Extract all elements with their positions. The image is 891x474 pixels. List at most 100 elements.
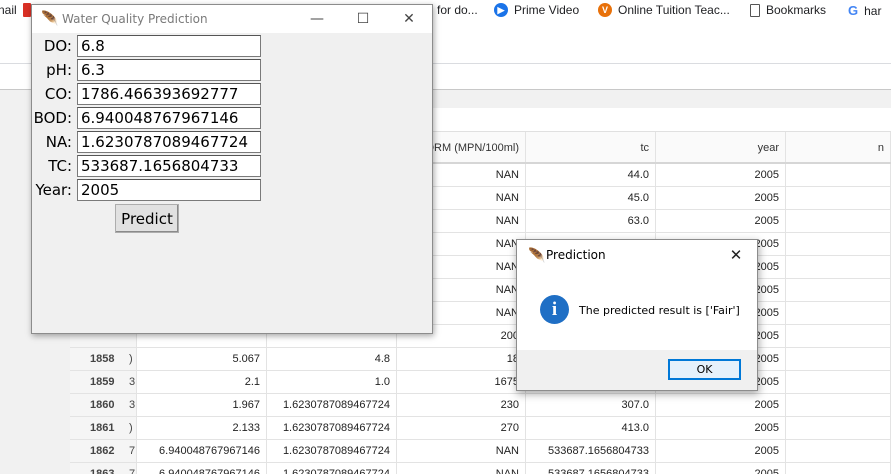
- na-label: NA:: [45, 133, 72, 151]
- window-title: Water Quality Prediction: [62, 12, 208, 26]
- do-input[interactable]: [77, 35, 261, 57]
- table-cell-tc: 533687.1656804733: [526, 463, 656, 474]
- close-button[interactable]: ✕: [386, 5, 432, 33]
- maximize-button[interactable]: ☐: [340, 5, 386, 33]
- dialog-message: The predicted result is ['Fair']: [579, 304, 740, 317]
- info-icon: i: [540, 295, 569, 324]
- dialog-title: Prediction: [546, 248, 606, 262]
- water-quality-window: 🪶 Water Quality Prediction — ☐ ✕ DO: pH:…: [31, 4, 433, 334]
- table-cell-tc: 413.0: [526, 417, 656, 439]
- table-cell: [786, 348, 891, 370]
- prediction-dialog: 🪶 Prediction ✕ i The predicted result is…: [516, 239, 758, 391]
- table-cell-a: 1.967: [137, 394, 267, 416]
- table-cell-year: 2005: [656, 210, 786, 232]
- table-cell: [786, 371, 891, 393]
- google-icon: G: [848, 3, 859, 18]
- table-row: 1859 2.1 1.0 1675 2005 3: [70, 371, 891, 394]
- bookmark-label: nail: [0, 3, 17, 17]
- table-cell-idx: 1859: [70, 371, 137, 393]
- bookmark-for-do[interactable]: for do...: [437, 3, 478, 17]
- table-cell-tc: 533687.1656804733: [526, 440, 656, 462]
- table-cell: [786, 233, 891, 255]
- header-cell: n: [786, 132, 891, 162]
- table-cell-year: 2005: [656, 440, 786, 462]
- minimize-button[interactable]: —: [294, 5, 340, 33]
- ph-label: pH:: [46, 61, 72, 79]
- table-cell-c: NAN: [397, 440, 526, 462]
- index-tail: ): [129, 353, 133, 365]
- ph-input[interactable]: [77, 59, 261, 81]
- table-cell-a: 2.133: [137, 417, 267, 439]
- index-tail: 3: [129, 399, 136, 411]
- table-cell: [786, 279, 891, 301]
- table-cell: [786, 325, 891, 347]
- table-cell-tc: 44.0: [526, 164, 656, 186]
- table-cell: [786, 463, 891, 474]
- index-tail: 7: [129, 445, 136, 457]
- table-cell: [786, 440, 891, 462]
- table-cell: [786, 187, 891, 209]
- table-cell-tc: 45.0: [526, 187, 656, 209]
- table-cell-a: 5.067: [137, 348, 267, 370]
- table-cell-c: 230: [397, 394, 526, 416]
- table-row: 1861 2.133 1.6230787089467724 270 413.0 2005): [70, 417, 891, 440]
- table-cell-year: 2005: [656, 164, 786, 186]
- dialog-title-bar[interactable]: 🪶 Prediction ✕: [517, 240, 757, 270]
- tc-input[interactable]: [77, 155, 261, 177]
- tc-label: TC:: [48, 157, 72, 175]
- table-cell-tc: 63.0: [526, 210, 656, 232]
- dialog-close-button[interactable]: ✕: [719, 240, 753, 270]
- prime-video-icon: ▶: [494, 3, 508, 17]
- table-cell-b: 1.6230787089467724: [267, 463, 397, 474]
- bookmark-prime-video[interactable]: ▶ Prime Video: [494, 3, 579, 17]
- year-input[interactable]: [77, 179, 261, 201]
- bookmark-google[interactable]: G har: [848, 3, 881, 18]
- table-cell-year: 2005: [656, 187, 786, 209]
- co-input[interactable]: [77, 83, 261, 105]
- table-cell-b: 4.8: [267, 348, 397, 370]
- index-tail: ): [129, 422, 133, 434]
- table-cell-c: 1675: [397, 371, 526, 393]
- table-cell: [786, 210, 891, 232]
- table-cell-idx: 1863: [70, 463, 137, 474]
- table-cell-year: 2005: [656, 463, 786, 474]
- v-logo-icon: V: [598, 3, 612, 17]
- bookmark-label: Prime Video: [514, 3, 580, 17]
- table-cell: [786, 256, 891, 278]
- table-cell-idx: 1858: [70, 348, 137, 370]
- table-cell-tc: 307.0: [526, 394, 656, 416]
- co-label: CO:: [44, 85, 72, 103]
- predict-button[interactable]: Predict: [115, 204, 179, 233]
- year-label: Year:: [35, 181, 72, 199]
- header-cell: year: [656, 132, 786, 162]
- bookmark-online-tuition[interactable]: V Online Tuition Teac...: [598, 3, 730, 17]
- bookmark-gmail[interactable]: nail: [0, 3, 31, 17]
- table-cell-idx: 1860: [70, 394, 137, 416]
- table-cell: [786, 394, 891, 416]
- table-cell-b: 1.6230787089467724: [267, 394, 397, 416]
- na-input[interactable]: [77, 131, 261, 153]
- table-cell: [786, 164, 891, 186]
- table-cell-idx: 1861: [70, 417, 137, 439]
- gmail-icon: [22, 3, 31, 17]
- do-label: DO:: [43, 37, 72, 55]
- window-title-bar[interactable]: 🪶 Water Quality Prediction — ☐ ✕: [32, 5, 432, 33]
- table-cell-c: NAN: [397, 463, 526, 474]
- table-row: 1862 6.940048767967146 1.6230787089467724 N…: [70, 440, 891, 463]
- table-cell-idx: 1862: [70, 440, 137, 462]
- table-row: 1863 6.940048767967146 1.6230787089467724 N…: [70, 463, 891, 474]
- table-cell-c: 270: [397, 417, 526, 439]
- table-cell-c: 18: [397, 348, 526, 370]
- index-tail: 3: [129, 376, 136, 388]
- header-cell: tc: [526, 132, 656, 162]
- bod-input[interactable]: [77, 107, 261, 129]
- table-cell-a: 6.940048767967146: [137, 440, 267, 462]
- bookmark-label: Bookmarks: [766, 3, 827, 17]
- tk-feather-icon: 🪶: [528, 247, 546, 263]
- table-cell-b: 1.0: [267, 371, 397, 393]
- table-cell-a: 2.1: [137, 371, 267, 393]
- bookmark-bookmarks[interactable]: Bookmarks: [750, 3, 826, 17]
- table-cell-b: 1.6230787089467724: [267, 440, 397, 462]
- table-row: 1858 5.067 4.8 18 2005): [70, 348, 891, 371]
- ok-button[interactable]: OK: [668, 359, 741, 380]
